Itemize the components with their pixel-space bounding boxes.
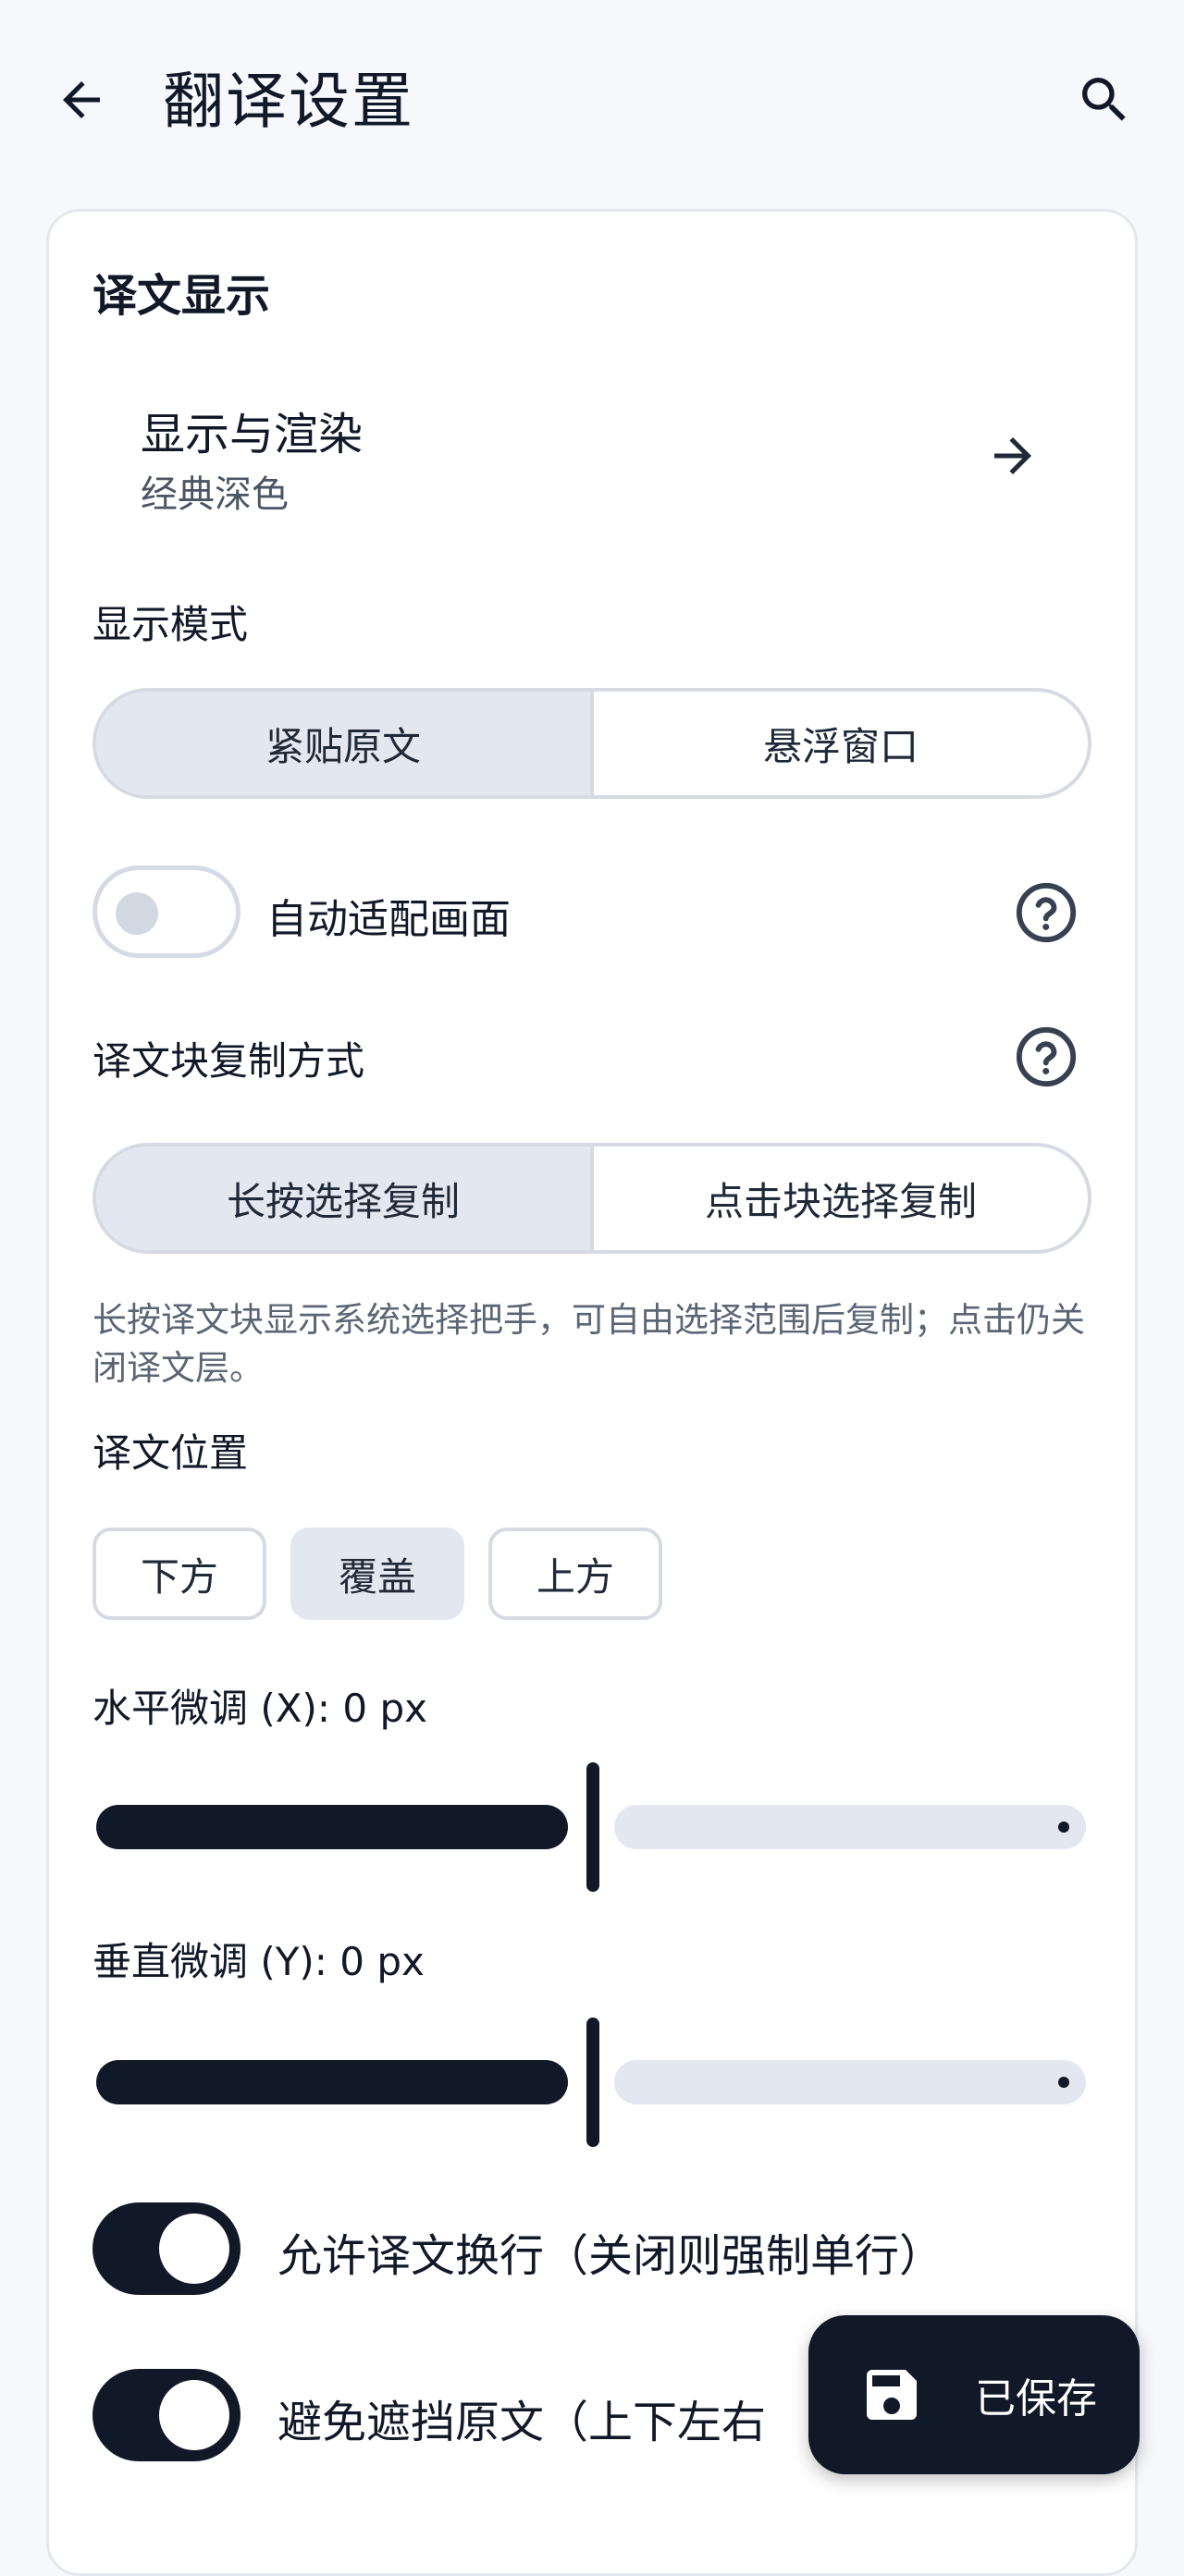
offset-y-slider[interactable] — [92, 2018, 1092, 2147]
back-button[interactable] — [46, 65, 117, 135]
position-chip-above[interactable]: 上方 — [488, 1527, 662, 1620]
position-label: 译文位置 — [92, 1430, 249, 1476]
toggle-knob — [159, 2380, 229, 2450]
copy-mode-segmented: 长按选择复制 点击块选择复制 — [92, 1143, 1092, 1254]
display-render-title: 显示与渲染 — [141, 409, 364, 460]
display-mode-segmented: 紧贴原文 悬浮窗口 — [92, 688, 1092, 799]
slider-inactive-track — [614, 1805, 1086, 1849]
slider-handle[interactable] — [586, 2018, 599, 2147]
help-icon[interactable] — [1014, 880, 1079, 945]
display-mode-option-floating[interactable]: 悬浮窗口 — [590, 692, 1088, 795]
search-button[interactable] — [1069, 65, 1140, 135]
save-icon — [858, 2361, 925, 2428]
section-title: 译文显示 — [92, 270, 271, 322]
offset-y-label: 垂直微调 (Y): 0 px — [92, 1939, 425, 1984]
toggle-knob — [159, 2214, 229, 2284]
slider-stop-indicator — [1058, 1822, 1069, 1833]
slider-active-track — [96, 2060, 568, 2104]
display-render-row[interactable]: 显示与渲染 经典深色 — [92, 379, 1092, 536]
slider-handle[interactable] — [586, 1762, 599, 1892]
copy-mode-option-tap[interactable]: 点击块选择复制 — [590, 1147, 1088, 1250]
avoid-occlusion-toggle[interactable] — [92, 2369, 240, 2461]
slider-inactive-track — [614, 2060, 1086, 2104]
wrap-label: 允许译文换行（关闭则强制单行） — [278, 2230, 944, 2282]
copy-mode-description: 长按译文块显示系统选择把手，可自由选择范围后复制；点击仍关闭译文层。 — [92, 1300, 1085, 1388]
auto-fit-label: 自动适配画面 — [266, 896, 511, 943]
help-icon[interactable] — [1014, 1024, 1079, 1089]
copy-mode-option-long-press[interactable]: 长按选择复制 — [96, 1147, 590, 1250]
saved-fab[interactable]: 已保存 — [808, 2315, 1140, 2474]
display-mode-option-attached[interactable]: 紧贴原文 — [96, 692, 590, 795]
arrow-left-icon — [63, 81, 100, 118]
toggle-knob — [116, 892, 158, 935]
offset-x-slider[interactable] — [92, 1762, 1092, 1892]
search-icon — [1082, 78, 1126, 121]
display-render-subtitle: 经典深色 — [141, 473, 289, 516]
avoid-occlusion-label: 避免遮挡原文（上下左右 — [278, 2397, 767, 2448]
position-chip-overlay[interactable]: 覆盖 — [290, 1527, 464, 1620]
wrap-toggle[interactable] — [92, 2202, 240, 2295]
page-title: 翻译设置 — [163, 66, 414, 137]
position-chip-below[interactable]: 下方 — [92, 1527, 266, 1620]
arrow-right-icon — [980, 423, 1045, 488]
slider-stop-indicator — [1058, 2077, 1069, 2088]
saved-label: 已保存 — [975, 2375, 1097, 2423]
slider-active-track — [96, 1805, 568, 1849]
display-mode-label: 显示模式 — [92, 602, 249, 647]
top-app-bar: 翻译设置 — [0, 0, 1184, 205]
auto-fit-toggle[interactable] — [92, 865, 240, 958]
copy-mode-label: 译文块复制方式 — [92, 1038, 365, 1084]
offset-x-label: 水平微调 (X): 0 px — [92, 1686, 427, 1731]
